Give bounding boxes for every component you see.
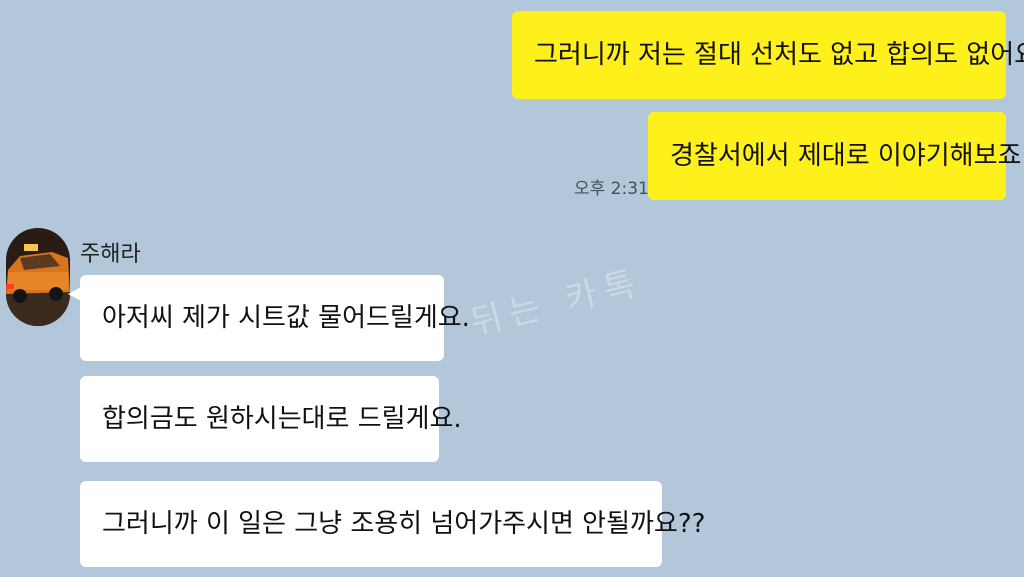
message-timestamp: 오후 2:31: [574, 179, 649, 199]
message-text: 그러니까 저는 절대 선처도 없고 합의도 없어요.: [534, 40, 1024, 70]
received-message-bubble[interactable]: 합의금도 원하시는대로 드릴게요.: [80, 376, 462, 462]
message-text: 경찰서에서 제대로 이야기해보죠.: [670, 141, 1024, 171]
sent-message-bubble[interactable]: 그러니까 저는 절대 선처도 없고 합의도 없어요.: [512, 11, 1024, 99]
watermark: 뒤는 카톡: [466, 262, 648, 344]
received-message-bubble[interactable]: 그러니까 이 일은 그냥 조용히 넘어가주시면 안될까요??: [80, 481, 705, 567]
message-text: 합의금도 원하시는대로 드릴게요.: [102, 404, 462, 434]
message-text: 아저씨 제가 시트값 물어드릴게요.: [102, 303, 470, 333]
received-message-bubble[interactable]: 아저씨 제가 시트값 물어드릴게요.: [80, 275, 470, 361]
taxi-avatar-icon[interactable]: [6, 228, 70, 326]
taxi-avatar-image: [6, 228, 70, 326]
sent-message-bubble[interactable]: 경찰서에서 제대로 이야기해보죠.: [648, 112, 1024, 200]
message-text: 그러니까 이 일은 그냥 조용히 넘어가주시면 안될까요??: [102, 509, 706, 539]
sender-name[interactable]: 주해라: [80, 236, 141, 268]
